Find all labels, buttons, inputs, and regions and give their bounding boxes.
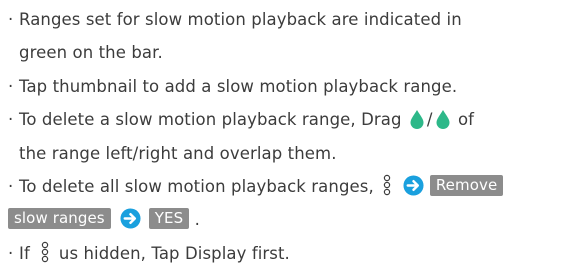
note-text: / — [426, 110, 433, 130]
note-ranges-green-line1: · Ranges set for slow motion playback are… — [0, 3, 565, 36]
note-text: To delete all slow motion playback range… — [19, 176, 374, 196]
note-ranges-green-line2: green on the bar. — [0, 36, 565, 69]
bullet: · — [8, 76, 14, 96]
note-delete-all-line1: · To delete all slow motion playback rang… — [0, 170, 565, 203]
bullet: · — [8, 110, 14, 130]
note-text: Ranges set for slow motion playback are … — [19, 10, 462, 29]
note-text: . — [194, 210, 200, 230]
note-text: us hidden, Tap Display first. — [58, 243, 290, 263]
yes-key: YES — [148, 208, 190, 230]
note-delete-range-line1: · To delete a slow motion playback range,… — [0, 103, 565, 136]
notes-document: · Ranges set for slow motion playback are… — [0, 0, 565, 270]
note-text: of — [457, 110, 475, 130]
bullet: · — [8, 10, 14, 29]
note-text: green on the bar. — [19, 43, 163, 63]
note-text: To delete a slow motion playback range, … — [19, 110, 402, 130]
note-text: Tap thumbnail to add a slow motion playb… — [19, 76, 458, 96]
note-tap-thumbnail: · Tap thumbnail to add a slow motion play… — [0, 70, 565, 103]
arrow-right-icon — [120, 208, 141, 229]
bullet: · — [8, 243, 14, 263]
remove-slow-ranges-key-part2: slow ranges — [8, 208, 111, 230]
note-if-hidden: · If us hidden, Tap Display first. — [0, 237, 565, 270]
arrow-right-icon — [403, 175, 424, 196]
note-delete-all-line2: slow ranges YES . — [0, 203, 565, 236]
remove-slow-ranges-key-part1: Remove — [429, 174, 504, 196]
note-delete-range-line2: the range left/right and overlap them. — [0, 137, 565, 170]
bullet: · — [8, 176, 14, 196]
end-handle-icon — [436, 109, 450, 129]
start-handle-icon — [410, 109, 424, 129]
note-text: the range left/right and overlap them. — [19, 143, 337, 163]
vertical-menu-icon — [41, 242, 49, 263]
note-text: If — [19, 243, 30, 263]
vertical-menu-icon — [383, 175, 391, 196]
